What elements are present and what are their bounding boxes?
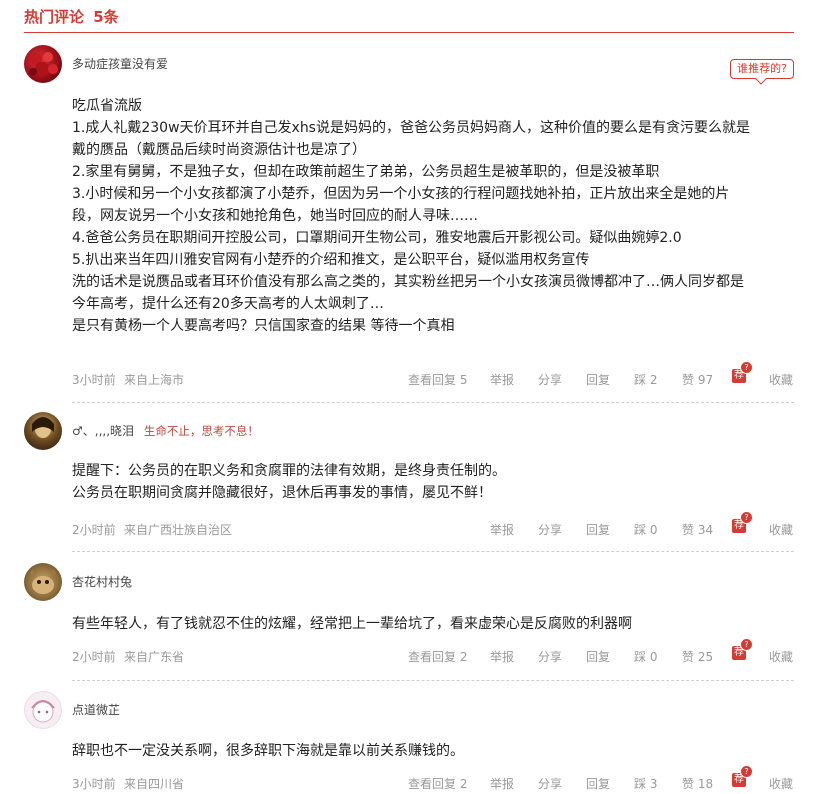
reply-link[interactable]: 回复 — [586, 647, 610, 667]
comment-line: 公务员在职期间贪腐并隐藏很好，退休后再事发的事情，屡见不鲜！ — [72, 485, 492, 501]
dislike-button[interactable]: 踩 2 — [634, 370, 657, 390]
roses-avatar-icon — [29, 52, 58, 76]
collect-link[interactable]: 收藏 — [769, 774, 793, 794]
pet-avatar-icon — [30, 569, 56, 594]
section-title: 热门评论 5条 — [24, 6, 794, 28]
like-button[interactable]: 赞 34 — [682, 520, 713, 540]
like-button[interactable]: 赞 97 — [682, 370, 713, 390]
comment-divider — [72, 551, 794, 552]
comment-line: 提醒下：公务员的在职义务和贪腐罪的法律有效期，是终身责任制的。 — [72, 463, 506, 479]
comment-body: 辞职也不一定没关系啊，很多辞职下海就是靠以前关系赚钱的。 — [72, 740, 794, 762]
username[interactable]: ♂、,,,,晓泪 — [72, 424, 134, 438]
comment-actions: 3小时前 来自上海市 查看回复 5 举报 分享 回复 踩 2 赞 97 荐? 收… — [72, 361, 794, 390]
dislike-button[interactable]: 踩 3 — [634, 774, 657, 794]
comment-line: 戴的赝品（戴赝品后续时尚资源估计也是凉了） — [72, 142, 366, 158]
recommend-badge[interactable]: 荐? — [732, 765, 753, 787]
view-replies-link[interactable]: 查看回复 5 — [408, 370, 467, 390]
dislike-button[interactable]: 踩 0 — [634, 647, 657, 667]
comment-item: 点道微芷 辞职也不一定没关系啊，很多辞职下海就是靠以前关系赚钱的。 3小时前 来… — [24, 691, 794, 791]
reply-link[interactable]: 回复 — [586, 370, 610, 390]
comment-line: 1.成人礼戴230w天价耳环并自己发xhs说是妈妈的，爸爸公务员妈妈商人，这种价… — [72, 120, 750, 136]
user-signature: 生命不止，思考不息！ — [143, 424, 259, 438]
share-link[interactable]: 分享 — [538, 774, 562, 794]
comment-item: ♂、,,,,晓泪 生命不止，思考不息！ 提醒下：公务员的在职义务和贪腐罪的法律有… — [24, 412, 794, 552]
hot-comments-header: 热门评论 5条 — [24, 6, 794, 33]
like-button[interactable]: 赞 25 — [682, 647, 713, 667]
view-replies-link[interactable]: 查看回复 2 — [408, 647, 467, 667]
comment-line: 有些年轻人，有了钱就忍不住的炫耀，经常把上一辈给坑了，看来虚荣心是反腐败的利器啊 — [72, 616, 632, 632]
recommend-badge[interactable]: 荐? — [732, 638, 753, 660]
comment-time: 3小时前 — [72, 777, 116, 791]
comment-time: 3小时前 — [72, 373, 116, 387]
comment-line: 是只有黄杨一个人要高考吗？只信国家查的结果 等待一个真相 — [72, 318, 455, 334]
comment-body: 吃瓜省流版 1.成人礼戴230w天价耳环并自己发xhs说是妈妈的，爸爸公务员妈妈… — [72, 95, 794, 337]
share-link[interactable]: 分享 — [538, 370, 562, 390]
report-link[interactable]: 举报 — [490, 647, 514, 667]
dislike-button[interactable]: 踩 0 — [634, 520, 657, 540]
question-icon: ? — [740, 511, 753, 524]
report-link[interactable]: 举报 — [490, 520, 514, 540]
avatar[interactable] — [24, 691, 62, 729]
report-link[interactable]: 举报 — [490, 774, 514, 794]
comment-body: 提醒下：公务员的在职义务和贪腐罪的法律有效期，是终身责任制的。 公务员在职期间贪… — [72, 460, 794, 504]
comment-line: 3.小时候和另一个小女孩都演了小楚乔，但因为另一个小女孩的行程问题找她补拍，正片… — [72, 186, 730, 202]
hot-comments-panel: 热门评论 5条 多动症孩童没有爱 谁推荐的? 吃瓜省流版 1.成人礼戴230w天… — [0, 0, 820, 791]
comment-actions: 2小时前 来自广西壮族自治区 举报 分享 回复 踩 0 赞 34 荐? 收藏 — [72, 511, 794, 540]
username-row: ♂、,,,,晓泪 生命不止，思考不息！ — [72, 423, 259, 439]
comment-line: 5.扒出来当年四川雅安官网有小楚乔的介绍和推文，是公职平台，疑似滥用权务宣传 — [72, 252, 590, 268]
username-row: 多动症孩童没有爱 — [72, 56, 168, 72]
comment-item: 多动症孩童没有爱 谁推荐的? 吃瓜省流版 1.成人礼戴230w天价耳环并自己发x… — [24, 45, 794, 405]
report-link[interactable]: 举报 — [490, 370, 514, 390]
comment-line: 吃瓜省流版 — [72, 98, 142, 114]
comment-body: 有些年轻人，有了钱就忍不住的炫耀，经常把上一辈给坑了，看来虚荣心是反腐败的利器啊 — [72, 613, 794, 635]
comment-time: 2小时前 — [72, 523, 116, 537]
username-row: 杏花村村兔 — [72, 574, 132, 590]
comment-divider — [72, 402, 794, 403]
comment-item: 杏花村村兔 有些年轻人，有了钱就忍不住的炫耀，经常把上一辈给坑了，看来虚荣心是反… — [24, 563, 794, 683]
section-title-text: 热门评论 — [24, 8, 85, 26]
avatar[interactable] — [24, 563, 62, 601]
comment-line: 2.家里有舅舅，不是独子女，但却在政策前超生了弟弟，公务员超生是被革职的，但是没… — [72, 164, 660, 180]
share-link[interactable]: 分享 — [538, 647, 562, 667]
comment-line: 今年高考，提什么还有20多天高考的人太飒刺了… — [72, 296, 384, 312]
comment-actions: 2小时前 来自广东省 查看回复 2 举报 分享 回复 踩 0 赞 25 荐? 收… — [72, 638, 794, 667]
username[interactable]: 杏花村村兔 — [72, 575, 132, 589]
reply-link[interactable]: 回复 — [586, 774, 610, 794]
comment-location: 来自广西壮族自治区 — [124, 523, 233, 537]
username[interactable]: 多动症孩童没有爱 — [72, 57, 168, 71]
question-icon: ? — [740, 638, 753, 651]
comment-location: 来自四川省 — [124, 777, 185, 791]
comment-time: 2小时前 — [72, 650, 116, 664]
comment-location: 来自上海市 — [124, 373, 185, 387]
view-replies-link[interactable]: 查看回复 2 — [408, 774, 467, 794]
comment-line: 辞职也不一定没关系啊，很多辞职下海就是靠以前关系赚钱的。 — [72, 743, 464, 759]
question-icon: ? — [740, 361, 753, 374]
comment-divider — [72, 680, 794, 681]
avatar[interactable] — [24, 412, 62, 450]
collect-link[interactable]: 收藏 — [769, 520, 793, 540]
comment-location: 来自广东省 — [124, 650, 185, 664]
cartoon-avatar-icon — [31, 700, 55, 723]
collect-link[interactable]: 收藏 — [769, 647, 793, 667]
who-recommended-button[interactable]: 谁推荐的? — [730, 59, 794, 79]
portrait-avatar-icon — [32, 417, 54, 438]
comment-actions: 3小时前 来自四川省 查看回复 2 举报 分享 回复 踩 3 赞 18 荐? 收… — [72, 765, 794, 794]
collect-link[interactable]: 收藏 — [769, 370, 793, 390]
comment-line: 段，网友说另一个小女孩和她抢角色，她当时回应的耐人寻味…… — [72, 208, 478, 224]
share-link[interactable]: 分享 — [538, 520, 562, 540]
like-button[interactable]: 赞 18 — [682, 774, 713, 794]
comment-count: 5条 — [93, 8, 119, 26]
question-icon: ? — [740, 765, 753, 778]
username-row: 点道微芷 — [72, 702, 120, 718]
recommend-badge[interactable]: 荐? — [732, 511, 753, 533]
reply-link[interactable]: 回复 — [586, 520, 610, 540]
comment-line: 洗的话术是说赝品或者耳环价值没有那么高之类的，其实粉丝把另一个小女孩演员微博都冲… — [72, 274, 744, 290]
avatar[interactable] — [24, 45, 62, 83]
recommend-badge[interactable]: 荐? — [732, 361, 753, 383]
username[interactable]: 点道微芷 — [72, 703, 120, 717]
comment-line: 4.爸爸公务员在职期间开控股公司，口罩期间开生物公司，雅安地震后开影视公司。疑似… — [72, 230, 682, 246]
